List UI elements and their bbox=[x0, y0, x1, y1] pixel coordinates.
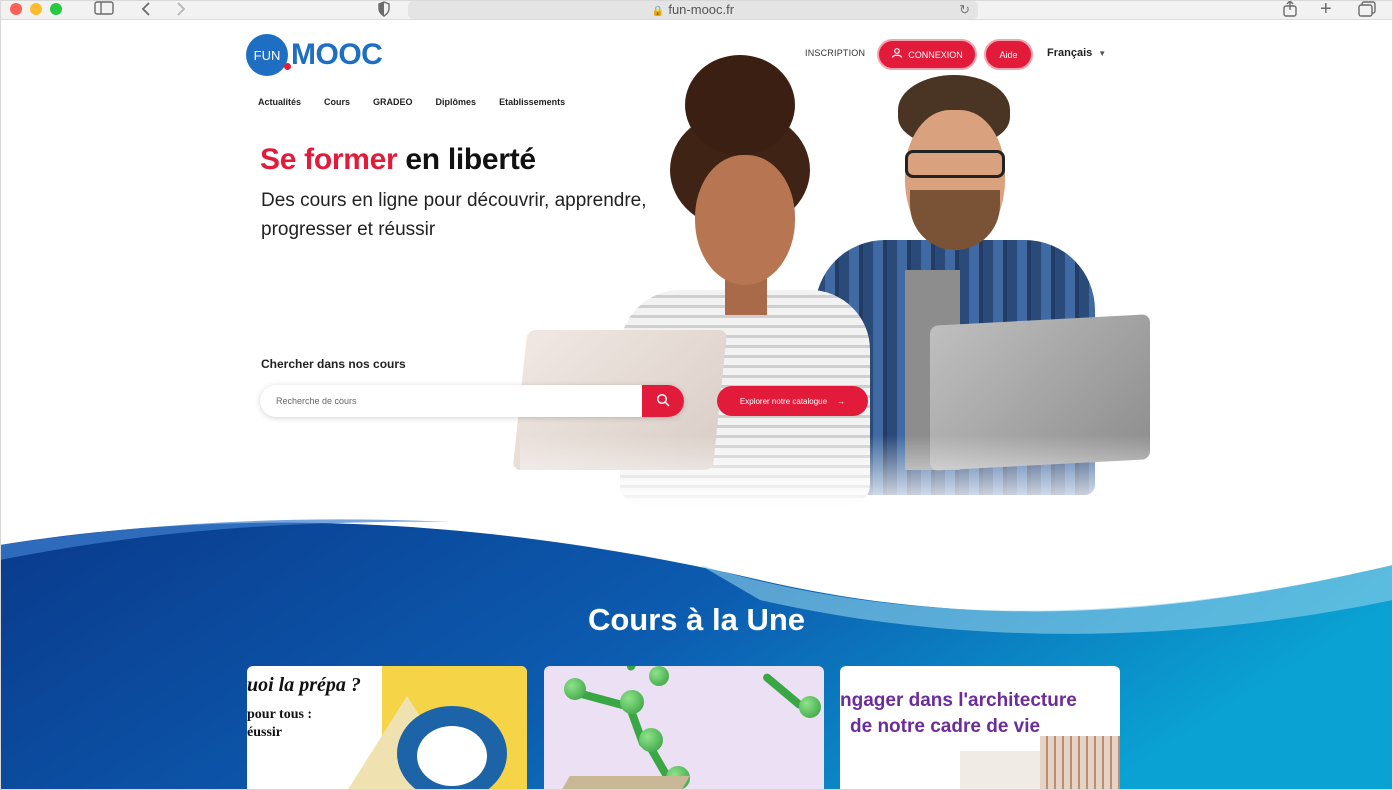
molecule-atom bbox=[620, 690, 644, 714]
search-box bbox=[260, 385, 684, 417]
card-subtitle-line: pour tous : bbox=[247, 707, 313, 722]
user-icon bbox=[891, 48, 903, 61]
nav-item-diplomes[interactable]: Diplômes bbox=[436, 97, 477, 107]
inscription-link[interactable]: INSCRIPTION bbox=[805, 48, 865, 58]
search-input[interactable] bbox=[260, 385, 642, 417]
hero-subtitle: Des cours en ligne pour découvrir, appre… bbox=[261, 190, 647, 240]
woman-face bbox=[695, 155, 795, 285]
hero-title-highlight: Se former bbox=[260, 143, 398, 176]
course-card-prepa[interactable]: uoi la prépa ? pour tous : éussir bbox=[247, 666, 527, 790]
fun-mooc-logo[interactable]: FUN MOOC bbox=[246, 32, 383, 78]
molecule-atom bbox=[639, 728, 663, 752]
aide-label: Aide bbox=[999, 49, 1018, 60]
logo-text: MOOC bbox=[291, 38, 383, 71]
card-plate-shape bbox=[558, 776, 690, 790]
molecule-atom bbox=[799, 696, 821, 718]
molecule-atom bbox=[649, 666, 669, 686]
connexion-label: CONNEXION bbox=[908, 49, 963, 60]
featured-title: Cours à la Une bbox=[587, 602, 806, 637]
card-title-line: uoi la prépa ? bbox=[247, 674, 361, 696]
megaphone-mouth bbox=[417, 726, 487, 786]
search-label: Chercher dans nos cours bbox=[261, 357, 406, 371]
hero-people-illustration bbox=[512, 55, 1160, 515]
search-button[interactable] bbox=[642, 385, 684, 417]
building-facade-image bbox=[1040, 736, 1120, 790]
aide-button[interactable]: Aide bbox=[984, 39, 1033, 70]
course-card-architecture[interactable]: ngager dans l'architecture de notre cadr… bbox=[840, 666, 1120, 790]
explore-label: Explorer notre catalogue bbox=[739, 396, 828, 406]
card-title-line: ngager dans l'architecture bbox=[840, 690, 1077, 711]
image-fade bbox=[520, 435, 1160, 515]
building-image bbox=[960, 751, 1050, 790]
main-nav: Actualités Cours GRADEO Diplômes Etablis… bbox=[258, 97, 565, 107]
logo-badge-text: FUN bbox=[253, 47, 281, 63]
hero-title-rest: en liberté bbox=[397, 143, 536, 176]
explore-catalogue-button[interactable]: Explorer notre catalogue → bbox=[717, 386, 868, 416]
logo-badge: FUN bbox=[246, 34, 291, 76]
language-label: Français bbox=[1047, 47, 1093, 59]
nav-item-etablissements[interactable]: Etablissements bbox=[499, 97, 565, 107]
molecule-atom bbox=[564, 678, 586, 700]
nav-item-gradeo[interactable]: GRADEO bbox=[373, 97, 413, 107]
hero-title: Se former en liberté bbox=[260, 143, 536, 177]
course-card-molecule[interactable] bbox=[544, 666, 824, 790]
woman-hair-bun bbox=[685, 55, 795, 155]
molecule-bond bbox=[625, 666, 653, 672]
caret-down-icon: ▼ bbox=[1098, 49, 1107, 58]
connexion-button[interactable]: CONNEXION bbox=[877, 39, 977, 70]
card-subtitle-line: éussir bbox=[247, 725, 282, 740]
card-title-line: de notre cadre de vie bbox=[850, 716, 1041, 737]
language-selector[interactable]: Français ▼ bbox=[1047, 47, 1106, 59]
search-icon bbox=[656, 393, 670, 410]
logo-dot bbox=[284, 63, 291, 70]
nav-item-actualites[interactable]: Actualités bbox=[258, 97, 301, 107]
arrow-right-icon: → bbox=[837, 396, 846, 406]
man-glasses bbox=[905, 150, 1005, 178]
nav-item-cours[interactable]: Cours bbox=[324, 97, 350, 107]
